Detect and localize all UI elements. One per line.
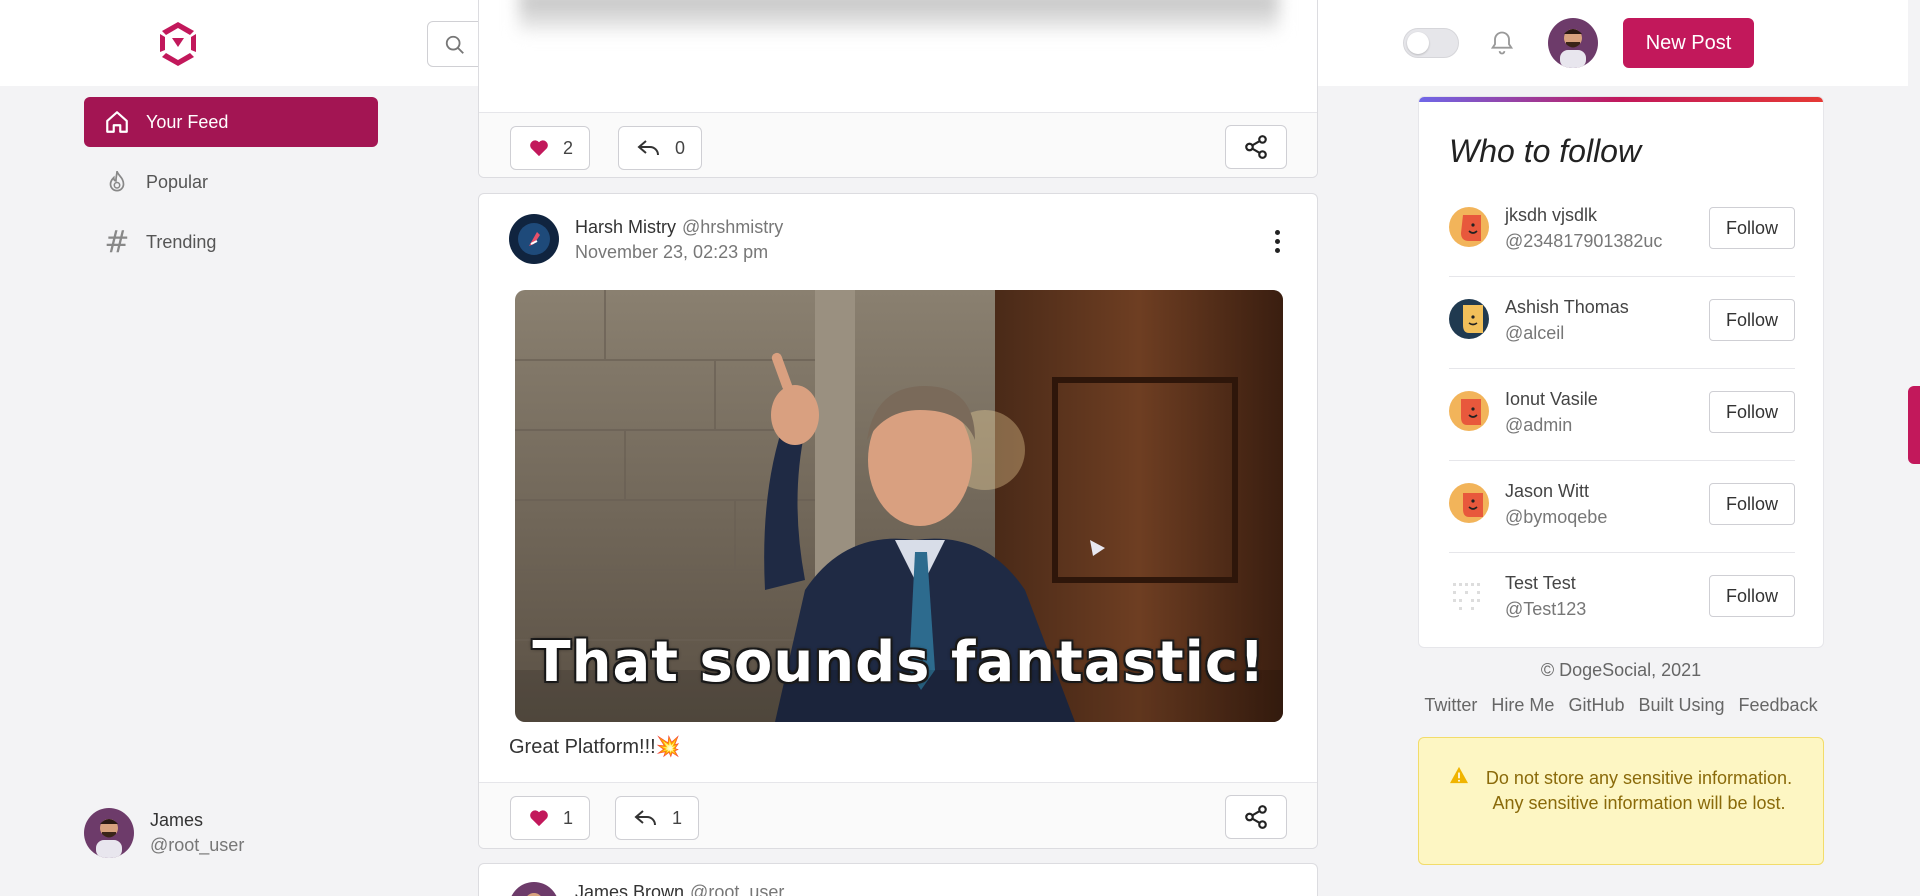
more-options-icon[interactable] [1275,230,1281,257]
avatar[interactable] [509,214,559,264]
post-actions: 2 0 [479,112,1317,177]
post-timestamp: November 23, 02:23 pm [575,242,769,262]
avatar[interactable] [1449,391,1489,431]
current-user[interactable]: James @root_user [84,808,244,858]
warning-text: Do not store any sensitive information. … [1485,768,1793,813]
current-user-handle: @root_user [150,835,245,855]
post-author[interactable]: James Brown [575,882,684,896]
search-icon [445,35,464,54]
avatar[interactable] [1449,207,1489,247]
sidebar-item-label: Your Feed [146,111,229,132]
avatar[interactable] [1449,575,1489,615]
follow-handle: @234817901382uc [1505,231,1663,251]
reply-icon [634,810,656,826]
like-count: 1 [563,807,574,828]
footer-links: Twitter Hire Me GitHub Built Using Feedb… [1418,695,1824,716]
current-user-name: James [150,810,204,830]
reply-count: 0 [675,137,686,158]
follow-handle: @bymoqebe [1505,507,1608,527]
follow-handle: @Test123 [1505,599,1587,619]
share-button[interactable] [1225,125,1287,169]
post-header: Harsh Mistry @hrshmistry November 23, 02:… [509,214,783,264]
post-media [519,0,1279,31]
post-header: James Brown @root_user [509,882,784,896]
gif-caption: That sounds fantastic! [532,630,1266,695]
follow-handle: @admin [1505,415,1573,435]
new-post-button[interactable]: New Post [1623,18,1754,68]
post-author[interactable]: Harsh Mistry [575,217,676,237]
who-to-follow-title: Who to follow [1449,133,1642,169]
follow-suggestion: jksdh vjsdlk @234817901382uc Follow [1449,185,1795,277]
post-handle[interactable]: @root_user [690,882,784,896]
like-button[interactable]: 2 [510,126,591,170]
avatar[interactable] [1449,483,1489,523]
follow-name[interactable]: Jason Witt [1505,481,1589,502]
theme-toggle[interactable] [1403,28,1459,58]
hash-icon: # [104,224,130,260]
post-card: Harsh Mistry @hrshmistry November 23, 02:… [478,193,1318,849]
reply-count: 1 [672,807,683,828]
logo-icon[interactable] [154,20,202,68]
follow-suggestion: Jason Witt @bymoqebe Follow [1449,461,1795,553]
follow-suggestion: Ashish Thomas @alceil Follow [1449,277,1795,369]
sidebar-item-your-feed[interactable]: Your Feed [84,97,378,147]
follow-handle: @alceil [1505,323,1565,343]
avatar[interactable] [1449,299,1489,339]
follow-name[interactable]: Ashish Thomas [1505,297,1629,318]
follow-button[interactable]: Follow [1709,391,1795,433]
sidebar-item-popular[interactable]: Popular [84,157,378,207]
follow-button[interactable]: Follow [1709,483,1795,525]
share-icon [1245,135,1267,159]
sidebar-item-trending[interactable]: # Trending [84,217,378,267]
like-button[interactable]: 1 [510,796,591,840]
post-text: Great Platform!!!💥 [509,736,681,758]
footer-link-hire-me[interactable]: Hire Me [1491,695,1554,716]
like-count: 2 [563,137,574,158]
fire-icon [102,167,132,197]
post-card: James Brown @root_user [478,863,1318,896]
reply-button[interactable]: 0 [618,126,703,170]
who-to-follow-card: Who to follow jksdh vjsdlk @234817901382… [1418,96,1824,648]
copyright: © DogeSocial, 2021 [1540,660,1702,680]
follow-button[interactable]: Follow [1709,207,1795,249]
follow-name[interactable]: Test Test [1505,573,1576,594]
post-card: 2 0 [478,0,1318,178]
share-icon [1245,805,1267,829]
footer-link-github[interactable]: GitHub [1568,695,1624,716]
footer-link-twitter[interactable]: Twitter [1424,695,1477,716]
avatar[interactable] [509,882,559,896]
share-button[interactable] [1225,795,1287,839]
follow-suggestion: Ionut Vasile @admin Follow [1449,369,1795,461]
heart-icon [530,810,548,827]
post-handle[interactable]: @hrshmistry [682,217,783,237]
home-icon [102,107,132,137]
sidebar-item-label: Trending [146,231,217,252]
avatar [84,808,134,858]
follow-suggestion: Test Test @Test123 Follow [1449,553,1795,645]
footer-link-feedback[interactable]: Feedback [1739,695,1818,716]
follow-name[interactable]: Ionut Vasile [1505,389,1598,410]
heart-icon [530,140,548,157]
gradient-bar [1419,97,1823,102]
footer-link-built-using[interactable]: Built Using [1638,695,1724,716]
warning-banner: Do not store any sensitive information. … [1418,737,1824,865]
toggle-knob [1407,32,1429,54]
follow-button[interactable]: Follow [1709,575,1795,617]
warning-icon [1450,766,1468,784]
follow-button[interactable]: Follow [1709,299,1795,341]
post-gif[interactable]: That sounds fantastic! [515,290,1283,722]
reply-icon [637,140,659,156]
bell-icon[interactable] [1488,29,1516,62]
reply-button[interactable]: 1 [615,796,700,840]
post-actions: 1 1 [479,782,1317,848]
sidebar-item-label: Popular [146,171,209,192]
follow-name[interactable]: jksdh vjsdlk [1505,205,1597,226]
avatar[interactable] [1548,18,1598,68]
scrollbar-thumb[interactable] [1908,386,1920,464]
